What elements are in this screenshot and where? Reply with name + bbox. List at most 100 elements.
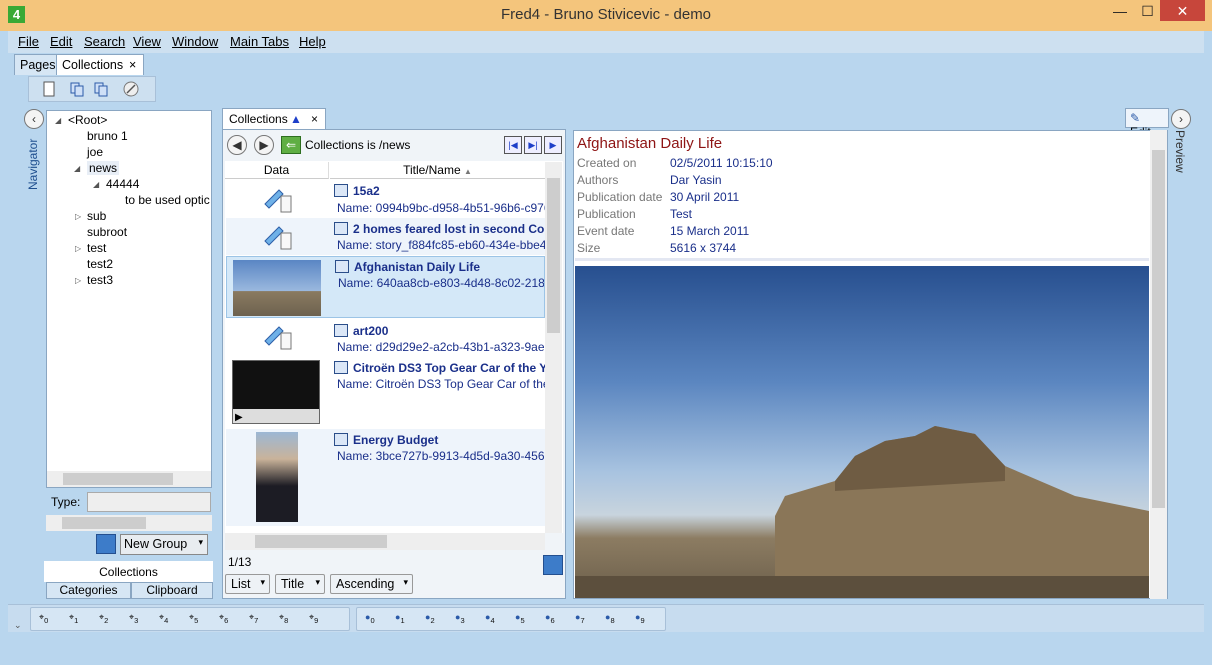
first-page-button[interactable]: |◀ [504,136,522,154]
list-item[interactable]: 2 homes feared lost in second Colo Name:… [226,218,545,255]
tree-item-44444[interactable]: 44444 [106,177,139,191]
menu-help[interactable]: Help [299,34,326,49]
column-header-data[interactable]: Data [225,162,329,179]
binoculars-icon-9[interactable]: ⌖9 [309,612,318,634]
sort-order-select[interactable]: Ascending ▾ [330,574,413,594]
collapse-preview-button[interactable]: › [1171,109,1191,129]
tree-item-to-be-used[interactable]: to be used optic [125,193,211,207]
next-button[interactable]: ▶ [544,136,562,154]
preview-vertical-scrollbar[interactable] [1150,130,1167,599]
collapse-arrow-icon[interactable]: ▷ [75,276,81,285]
compass-icon[interactable] [123,81,139,97]
item-name: Name: 0994b9bc-d958-4b51-96b6-c976 [337,201,545,215]
list-item-selected[interactable]: Afghanistan Daily Life Name: 640aa8cb-e8… [226,256,545,318]
chevron-down-icon[interactable]: ⌄ [14,620,22,631]
tree-item-bruno1[interactable]: bruno 1 [87,129,128,143]
binoculars-icon-8[interactable]: ⌖8 [279,612,288,634]
paste-icon[interactable] [93,81,109,97]
tab-clipboard[interactable]: Clipboard [131,582,213,599]
image-type-icon [335,260,349,273]
binoculars-icon-7[interactable]: ⌖7 [249,612,258,634]
tree-item-root[interactable]: <Root> [68,113,107,127]
collapse-arrow-icon[interactable]: ▷ [75,244,81,253]
expand-arrow-icon[interactable]: ◢ [55,116,61,125]
preview-title: Afghanistan Daily Life [577,135,723,152]
forward-button[interactable]: ▶ [254,135,274,155]
list-vertical-scrollbar[interactable] [545,162,562,533]
tree-item-news[interactable]: news [87,161,120,175]
tab-pages[interactable]: Pages [14,54,62,75]
list-item[interactable]: art200 Name: d29d29e2-a2cb-43b1-a323-9ae… [226,320,545,357]
sort-field-value: Title [281,577,305,591]
up-icon[interactable]: ⇐ [281,136,301,154]
list-item[interactable]: ▶ Citroën DS3 Top Gear Car of the Ye Nam… [226,357,545,428]
menu-window[interactable]: Window [172,34,218,49]
maximize-button[interactable]: ☐ [1135,0,1160,22]
list-horizontal-scrollbar[interactable] [225,533,545,550]
globe-icon-5[interactable]: ●5 [515,612,525,634]
tab-categories[interactable]: Categories [46,582,131,599]
meta-value: Test [670,207,693,221]
globe-icon-8[interactable]: ●8 [605,612,615,634]
menu-file[interactable]: File [18,34,39,49]
menu-edit[interactable]: Edit [50,34,72,49]
article-type-icon [334,222,348,235]
tree-item-sub[interactable]: sub [87,209,106,223]
binoculars-icon-5[interactable]: ⌖5 [189,612,198,634]
binoculars-icon-2[interactable]: ⌖2 [99,612,108,634]
menu-main-tabs[interactable]: Main Tabs [230,34,289,49]
refresh-icon[interactable] [543,555,563,575]
globe-icon-4[interactable]: ●4 [485,612,495,634]
edit-button[interactable]: ✎ Edit [1125,108,1169,139]
globe-icon-2[interactable]: ●2 [425,612,435,634]
type-horizontal-scrollbar[interactable] [46,515,212,531]
binoculars-icon-0[interactable]: ⌖0 [39,612,48,634]
binoculars-icon-1[interactable]: ⌖1 [69,612,78,634]
globe-icon-0[interactable]: ●0 [365,612,375,634]
menu-view[interactable]: View [133,34,161,49]
collapse-arrow-icon[interactable]: ▷ [75,212,81,221]
globe-icon-6[interactable]: ●6 [545,612,555,634]
tab-collections-panel[interactable]: Collections ▲ × [222,108,326,129]
globe-icon-9[interactable]: ●9 [635,612,645,634]
menu-search[interactable]: Search [84,34,125,49]
last-page-button[interactable]: ▶| [524,136,542,154]
back-button[interactable]: ◀ [227,135,247,155]
tree-item-test[interactable]: test [87,241,106,255]
sort-field-select[interactable]: Title ▾ [275,574,325,594]
close-button[interactable]: ✕ [1160,0,1205,21]
globe-icon-1[interactable]: ●1 [395,612,405,634]
tab-collections[interactable]: Collections × [56,54,144,75]
tree-item-test3[interactable]: test3 [87,273,113,287]
expand-arrow-icon[interactable]: ◢ [93,180,99,189]
view-mode-select[interactable]: List ▾ [225,574,270,594]
menu-bar: File Edit Search View Window Main Tabs H… [8,31,1204,53]
column-header-title[interactable]: Title/Name ▲ [330,162,545,179]
minimize-button[interactable]: — [1105,0,1135,22]
collapse-navigator-button[interactable]: ‹ [24,109,44,129]
type-field[interactable] [87,492,211,512]
binoculars-icon-6[interactable]: ⌖6 [219,612,228,634]
collections-panel-label: Collections [44,561,213,582]
new-group-button[interactable]: New Group ▾ [120,534,208,555]
refresh-icon[interactable] [96,534,116,554]
list-item[interactable]: Energy Budget Name: 3bce727b-9913-4d5d-9… [226,429,545,526]
tree-horizontal-scrollbar[interactable] [47,471,211,487]
thumbnail-image [233,260,321,316]
tree-item-test2[interactable]: test2 [87,257,113,271]
binoculars-icon-3[interactable]: ⌖3 [129,612,138,634]
new-document-icon[interactable] [41,81,57,97]
list-item[interactable]: 15a2 Name: 0994b9bc-d958-4b51-96b6-c976 [226,180,545,218]
globe-icon-7[interactable]: ●7 [575,612,585,634]
tab-close-icon[interactable]: × [129,58,136,72]
tree-item-subroot[interactable]: subroot [87,225,127,239]
tab-close-icon[interactable]: × [311,112,318,126]
globe-icon-3[interactable]: ●3 [455,612,465,634]
copy-icon[interactable] [69,81,85,97]
expand-arrow-icon[interactable]: ◢ [74,164,80,173]
play-icon[interactable]: ▶ [235,412,243,423]
binoculars-icon-4[interactable]: ⌖4 [159,612,168,634]
tree-item-joe[interactable]: joe [87,145,103,159]
item-count: 1/13 [228,555,252,569]
thumbnail-image [256,432,298,522]
